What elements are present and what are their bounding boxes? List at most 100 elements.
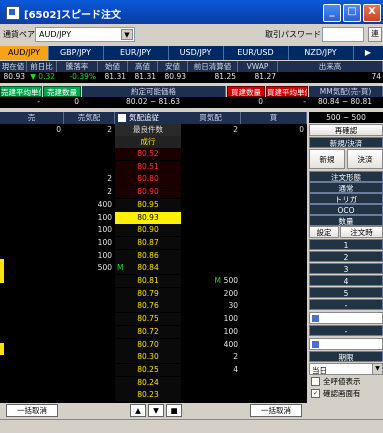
all-price-toggle[interactable]: 全呼値表示 [309,376,383,387]
buy-qty-cell[interactable]: 500 [181,275,241,287]
new-button[interactable]: 新規 [309,149,345,169]
sell-qty-cell[interactable] [64,364,115,376]
checkbox-icon[interactable] [312,341,319,348]
tab-usd-jpy[interactable]: USD/JPY [168,46,224,60]
buy-qty-cell[interactable]: 100 [181,313,241,325]
price-cell[interactable]: 80.79 [115,287,181,300]
buy-qty-cell[interactable] [181,389,241,401]
tab-nzd-jpy[interactable]: NZD/JPY [288,46,354,60]
close-button[interactable]: X [363,4,381,22]
scroll-down-button[interactable]: ▼ [148,404,164,417]
sell-qty-cell[interactable]: 2 [64,173,115,185]
price-cell[interactable]: 80.93 [115,211,181,224]
buy-qty-cell[interactable] [181,173,241,185]
price-cell[interactable]: 80.95 [115,198,181,211]
sell-qty-cell[interactable]: 500 [64,262,115,274]
sell-qty-cell[interactable]: 100 [64,224,115,236]
sell-qty-cell[interactable] [64,161,115,173]
price-cell[interactable]: 80.90 [115,186,181,199]
price-cell[interactable]: 80.51 [115,160,181,173]
tab-eur-jpy[interactable]: EUR/JPY [103,46,169,60]
form-oco-button[interactable]: OCO [309,204,383,215]
cancel-all-sell-button[interactable]: 一括取消 [6,404,58,417]
tab-aud-jpy[interactable]: AUD/JPY [0,46,49,60]
sell-qty-cell[interactable] [64,288,115,300]
price-cell[interactable]: 80.90 [115,224,181,237]
scroll-up-button[interactable]: ▲ [130,404,146,417]
stop-button[interactable]: ■ [166,404,182,417]
price-cell[interactable]: M 80.84 [115,262,181,275]
confirm-toggle[interactable]: ✓ 確認画面有 [309,388,383,399]
cancel-all-buy-button[interactable]: 一括取消 [250,404,302,417]
reconfirm-button[interactable]: 再確認 [309,124,383,136]
buy-qty-cell[interactable] [181,262,241,274]
chase-toggle[interactable]: 気配追従 [115,112,181,124]
price-cell[interactable]: 80.24 [115,376,181,389]
qty-input-2[interactable] [309,338,383,350]
sell-qty-cell[interactable]: 100 [64,212,115,224]
price-cell[interactable]: M 80.81 [115,275,221,287]
minimize-button[interactable]: _ [323,4,341,22]
period-select[interactable]: 当日 ▼ [309,363,383,375]
qty-button-1[interactable]: 1 [309,239,383,250]
buy-qty-cell[interactable]: 100 [181,326,241,338]
price-cell[interactable]: 80.25 [115,363,181,376]
buy-qty-cell[interactable] [181,199,241,211]
chevron-down-icon[interactable]: ▼ [372,364,382,374]
buy-qty-cell[interactable]: 2 [181,351,241,363]
qty-button-2[interactable]: 2 [309,251,383,262]
sell-qty-cell[interactable] [64,377,115,389]
buy-qty-cell[interactable]: 4 [181,364,241,376]
all-price-checkbox[interactable] [311,377,320,386]
tab-scroll-icon[interactable]: ▶ [353,46,383,60]
buy-qty-cell[interactable] [181,148,241,160]
buy-qty-cell[interactable] [181,186,241,198]
buy-qty-cell[interactable] [181,212,241,224]
price-cell[interactable]: 80.80 [115,173,181,186]
link-button[interactable]: 連 [368,27,382,42]
tab-eur-usd[interactable]: EUR/USD [223,46,289,60]
sell-qty-cell[interactable] [64,275,115,287]
sell-qty-cell[interactable] [64,326,115,338]
qty-input-1[interactable] [309,312,383,324]
buy-qty-cell[interactable] [181,161,241,173]
sell-qty-cell[interactable] [64,300,115,312]
sell-qty-cell[interactable]: 400 [64,199,115,211]
price-cell[interactable]: 80.87 [115,236,181,249]
qty-button-5[interactable]: 5 [309,287,383,298]
password-input[interactable] [322,27,364,42]
buy-qty-cell[interactable] [181,377,241,389]
sell-qty-cell[interactable] [64,339,115,351]
settle-button[interactable]: 決済 [347,149,383,169]
maximize-button[interactable]: □ [343,4,361,22]
price-cell[interactable]: 80.30 [115,351,181,364]
chevron-down-icon[interactable]: ▼ [121,29,133,40]
buy-qty-cell[interactable] [181,224,241,236]
form-normal-button[interactable]: 通常 [309,182,383,193]
pair-select[interactable]: AUD/JPY ▼ [35,27,135,42]
price-cell[interactable]: 80.76 [115,300,181,313]
chase-checkbox[interactable] [118,114,126,122]
price-cell[interactable]: 80.70 [115,338,181,351]
qty-button-3[interactable]: 3 [309,263,383,274]
qty-button-4[interactable]: 4 [309,275,383,286]
sell-qty-cell[interactable] [64,389,115,401]
form-trigger-button[interactable]: トリガ [309,193,383,204]
price-cell[interactable]: 80.75 [115,313,181,326]
setting-button[interactable]: 設定 [309,226,339,238]
price-cell[interactable]: 80.86 [115,249,181,262]
buy-qty-cell[interactable] [181,250,241,262]
buy-qty-cell[interactable]: 400 [181,339,241,351]
check-icon[interactable]: ✓ [311,389,320,398]
price-cell[interactable]: 80.52 [115,148,181,160]
sell-qty-cell[interactable] [64,313,115,325]
order-time-button[interactable]: 注文時 [340,226,383,238]
buy-qty-cell[interactable]: 30 [181,300,241,312]
market-order-cell[interactable]: 成行 [115,136,181,148]
buy-qty-cell[interactable]: 200 [181,288,241,300]
tab-gbp-jpy[interactable]: GBP/JPY [48,46,104,60]
sell-qty-cell[interactable] [64,148,115,160]
price-cell[interactable]: 80.72 [115,325,181,338]
sell-qty-cell[interactable]: 100 [64,250,115,262]
buy-qty-cell[interactable] [181,237,241,249]
